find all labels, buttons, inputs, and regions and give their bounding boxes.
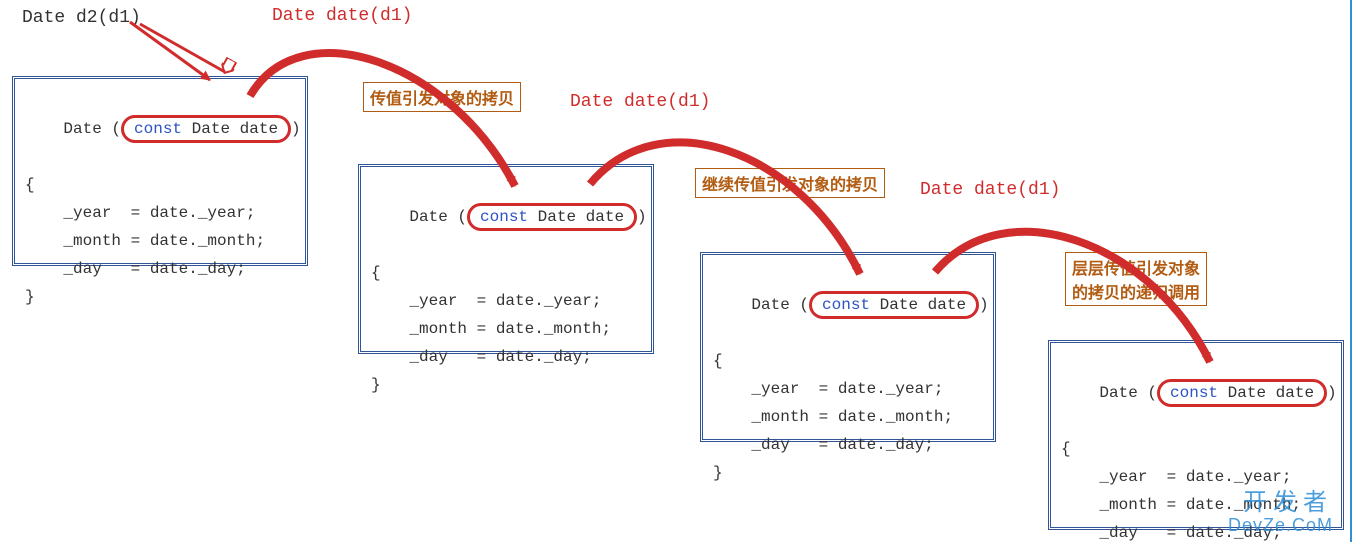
- code3-fn-prefix: Date (: [751, 296, 809, 314]
- code3-param-rest: Date date: [870, 296, 966, 314]
- arrow-top-to-box1-open: [140, 24, 225, 72]
- code4-fn-prefix: Date (: [1099, 384, 1157, 402]
- code2-l2: _month = date._month;: [371, 315, 641, 343]
- code4-l1: _year = date._year;: [1061, 463, 1331, 491]
- code4-brace-open: {: [1061, 435, 1331, 463]
- annotation-1: 传值引发对象的拷贝: [363, 82, 521, 112]
- code1-param-pill: const Date date: [121, 115, 291, 143]
- code4-const: const: [1170, 384, 1218, 402]
- watermark-en: DevZe.CoM: [1228, 514, 1333, 536]
- code3-param-pill: const Date date: [809, 291, 979, 319]
- code3-fn-suffix: ): [979, 296, 989, 314]
- arrow-top-to-box1-solid: [130, 22, 210, 80]
- code2-fn-suffix: ): [637, 208, 647, 226]
- code2-fn-prefix: Date (: [409, 208, 467, 226]
- code2-param-pill: const Date date: [467, 203, 637, 231]
- code1-brace-close: }: [25, 283, 295, 311]
- call-label-3: Date date(d1): [920, 180, 1060, 200]
- code-box-3: Date (const Date date) { _year = date._y…: [700, 252, 996, 442]
- code3-brace-open: {: [713, 347, 983, 375]
- code2-const: const: [480, 208, 528, 226]
- call-label-1: Date date(d1): [272, 6, 412, 26]
- annotation-2: 继续传值引发对象的拷贝: [695, 168, 885, 198]
- code1-fn-prefix: Date (: [63, 120, 121, 138]
- code3-signature: Date (const Date date): [713, 263, 983, 347]
- code2-l3: _day = date._day;: [371, 343, 641, 371]
- code2-brace-close: }: [371, 371, 641, 399]
- watermark: 开发者 DevZe.CoM: [1228, 492, 1333, 536]
- code-box-1: Date (const Date date) { _year = date._y…: [12, 76, 308, 266]
- code3-brace-close: }: [713, 459, 983, 487]
- code1-brace-open: {: [25, 171, 295, 199]
- code-box-2: Date (const Date date) { _year = date._y…: [358, 164, 654, 354]
- top-call-text: Date d2(d1): [22, 8, 141, 28]
- code1-l3: _day = date._day;: [25, 255, 295, 283]
- code4-signature: Date (const Date date): [1061, 351, 1331, 435]
- code1-l2: _month = date._month;: [25, 227, 295, 255]
- annotation-3-line2: 的拷贝的递归调用: [1072, 285, 1200, 302]
- code3-const: const: [822, 296, 870, 314]
- annotation-3: 层层传值引发对象 的拷贝的递归调用: [1065, 252, 1207, 306]
- code4-param-pill: const Date date: [1157, 379, 1327, 407]
- code3-l3: _day = date._day;: [713, 431, 983, 459]
- code2-signature: Date (const Date date): [371, 175, 641, 259]
- code3-l2: _month = date._month;: [713, 403, 983, 431]
- code3-l1: _year = date._year;: [713, 375, 983, 403]
- code2-brace-open: {: [371, 259, 641, 287]
- code1-param-rest: Date date: [182, 120, 278, 138]
- code4-fn-suffix: ): [1327, 384, 1337, 402]
- call-label-2: Date date(d1): [570, 92, 710, 112]
- code4-param-rest: Date date: [1218, 384, 1314, 402]
- code1-const: const: [134, 120, 182, 138]
- code2-param-rest: Date date: [528, 208, 624, 226]
- code1-fn-suffix: ): [291, 120, 301, 138]
- code1-l1: _year = date._year;: [25, 199, 295, 227]
- code2-l1: _year = date._year;: [371, 287, 641, 315]
- watermark-cn: 开发者: [1228, 492, 1333, 514]
- code1-signature: Date (const Date date): [25, 87, 295, 171]
- annotation-3-line1: 层层传值引发对象: [1072, 261, 1200, 278]
